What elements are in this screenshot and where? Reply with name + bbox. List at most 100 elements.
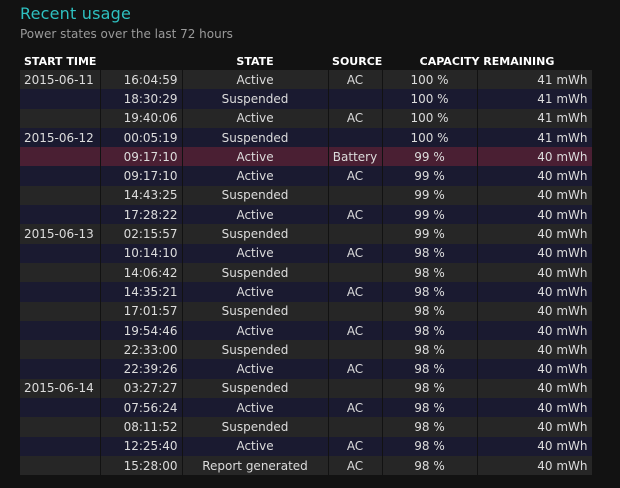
- cell-capacity-percent: 98 %: [382, 359, 478, 379]
- cell-time: 00:05:19: [100, 127, 183, 148]
- cell-state: Active: [182, 166, 329, 186]
- table-row: 18:30:29 Suspended 100 % 41 mWh: [20, 89, 593, 109]
- cell-time: 09:17:10: [100, 147, 183, 167]
- cell-capacity-percent: 98 %: [382, 301, 478, 321]
- cell-state: Active: [182, 243, 329, 263]
- cell-capacity-percent: 100 %: [382, 89, 478, 109]
- table-row: 14:06:42 Suspended 98 % 40 mWh: [20, 262, 593, 283]
- cell-time: 03:27:27: [100, 378, 183, 399]
- cell-time: 09:17:10: [100, 166, 183, 186]
- table-row: 10:14:10 Active AC 98 % 40 mWh: [20, 243, 593, 263]
- cell-capacity-mwh: 40 mWh: [477, 378, 593, 399]
- cell-time: 12:25:40: [100, 436, 183, 456]
- cell-source: AC: [328, 166, 383, 186]
- cell-time: 17:01:57: [100, 301, 183, 321]
- cell-date: [20, 417, 101, 437]
- table-row: 17:01:57 Suspended 98 % 40 mWh: [20, 301, 593, 321]
- cell-time: 14:43:25: [100, 185, 183, 206]
- table-row: 14:35:21 Active AC 98 % 40 mWh: [20, 282, 593, 302]
- cell-capacity-mwh: 40 mWh: [477, 436, 593, 456]
- table-row: 09:17:10 Active Battery 99 % 40 mWh: [20, 147, 593, 167]
- cell-source: AC: [328, 108, 383, 128]
- cell-capacity-percent: 98 %: [382, 340, 478, 360]
- cell-capacity-mwh: 40 mWh: [477, 320, 593, 341]
- cell-capacity-mwh: 40 mWh: [477, 262, 593, 283]
- cell-date: [20, 185, 101, 206]
- cell-state: Suspended: [182, 224, 329, 244]
- cell-time: 08:11:52: [100, 417, 183, 437]
- cell-capacity-percent: 100 %: [382, 70, 478, 90]
- table-row: 17:28:22 Active AC 99 % 40 mWh: [20, 205, 593, 225]
- cell-date: [20, 89, 101, 109]
- cell-date: [20, 301, 101, 321]
- table-row: 15:28:00 Report generated AC 98 % 40 mWh: [20, 455, 593, 476]
- cell-capacity-mwh: 40 mWh: [477, 185, 593, 206]
- table-body: 2015-06-11 16:04:59 Active AC 100 % 41 mWh 18:…: [20, 70, 593, 476]
- cell-source: [328, 301, 383, 321]
- cell-capacity-percent: 98 %: [382, 455, 478, 476]
- cell-capacity-percent: 98 %: [382, 378, 478, 399]
- cell-capacity-percent: 99 %: [382, 224, 478, 244]
- cell-date: [20, 166, 101, 186]
- cell-state: Active: [182, 359, 329, 379]
- cell-source: AC: [328, 359, 383, 379]
- page-subtitle: Power states over the last 72 hours: [20, 27, 233, 41]
- cell-capacity-mwh: 40 mWh: [477, 224, 593, 244]
- cell-date: 2015-06-13: [20, 224, 101, 244]
- cell-time: 19:40:06: [100, 108, 183, 128]
- cell-time: 22:33:00: [100, 340, 183, 360]
- cell-date: [20, 282, 101, 302]
- cell-capacity-mwh: 41 mWh: [477, 127, 593, 148]
- cell-source: [328, 262, 383, 283]
- cell-state: Active: [182, 436, 329, 456]
- cell-date: [20, 340, 101, 360]
- cell-capacity-percent: 98 %: [382, 398, 478, 418]
- column-header-source: SOURCE: [328, 52, 382, 70]
- table-row: 19:40:06 Active AC 100 % 41 mWh: [20, 108, 593, 128]
- table-row: 2015-06-11 16:04:59 Active AC 100 % 41 mWh: [20, 70, 593, 90]
- table-row: 07:56:24 Active AC 98 % 40 mWh: [20, 398, 593, 418]
- table-row: 2015-06-12 00:05:19 Suspended 100 % 41 mWh: [20, 127, 593, 148]
- cell-date: [20, 320, 101, 341]
- cell-source: AC: [328, 398, 383, 418]
- cell-date: [20, 398, 101, 418]
- cell-time: 02:15:57: [100, 224, 183, 244]
- cell-time: 22:39:26: [100, 359, 183, 379]
- cell-capacity-percent: 99 %: [382, 147, 478, 167]
- cell-date: [20, 147, 101, 167]
- column-header-state: STATE: [182, 52, 329, 70]
- cell-capacity-percent: 98 %: [382, 282, 478, 302]
- cell-capacity-mwh: 40 mWh: [477, 417, 593, 437]
- cell-capacity-mwh: 40 mWh: [477, 243, 593, 263]
- cell-state: Active: [182, 205, 329, 225]
- cell-date: [20, 359, 101, 379]
- table-row: 12:25:40 Active AC 98 % 40 mWh: [20, 436, 593, 456]
- cell-date: 2015-06-12: [20, 127, 101, 148]
- cell-capacity-mwh: 40 mWh: [477, 301, 593, 321]
- cell-date: [20, 455, 101, 476]
- table-row: 19:54:46 Active AC 98 % 40 mWh: [20, 320, 593, 341]
- cell-date: [20, 262, 101, 283]
- cell-capacity-mwh: 40 mWh: [477, 166, 593, 186]
- cell-time: 17:28:22: [100, 205, 183, 225]
- table-row: 14:43:25 Suspended 99 % 40 mWh: [20, 185, 593, 206]
- cell-source: AC: [328, 205, 383, 225]
- cell-source: AC: [328, 282, 383, 302]
- cell-date: [20, 243, 101, 263]
- cell-capacity-percent: 98 %: [382, 320, 478, 341]
- cell-source: AC: [328, 243, 383, 263]
- table-row: 08:11:52 Suspended 98 % 40 mWh: [20, 417, 593, 437]
- table-row: 09:17:10 Active AC 99 % 40 mWh: [20, 166, 593, 186]
- cell-capacity-percent: 98 %: [382, 436, 478, 456]
- cell-time: 14:06:42: [100, 262, 183, 283]
- cell-date: [20, 436, 101, 456]
- cell-capacity-percent: 100 %: [382, 127, 478, 148]
- cell-source: AC: [328, 70, 383, 90]
- page-title: Recent usage: [20, 4, 132, 23]
- cell-state: Active: [182, 70, 329, 90]
- cell-capacity-mwh: 41 mWh: [477, 89, 593, 109]
- cell-source: [328, 224, 383, 244]
- cell-capacity-percent: 99 %: [382, 166, 478, 186]
- cell-capacity-percent: 98 %: [382, 262, 478, 283]
- cell-source: AC: [328, 320, 383, 341]
